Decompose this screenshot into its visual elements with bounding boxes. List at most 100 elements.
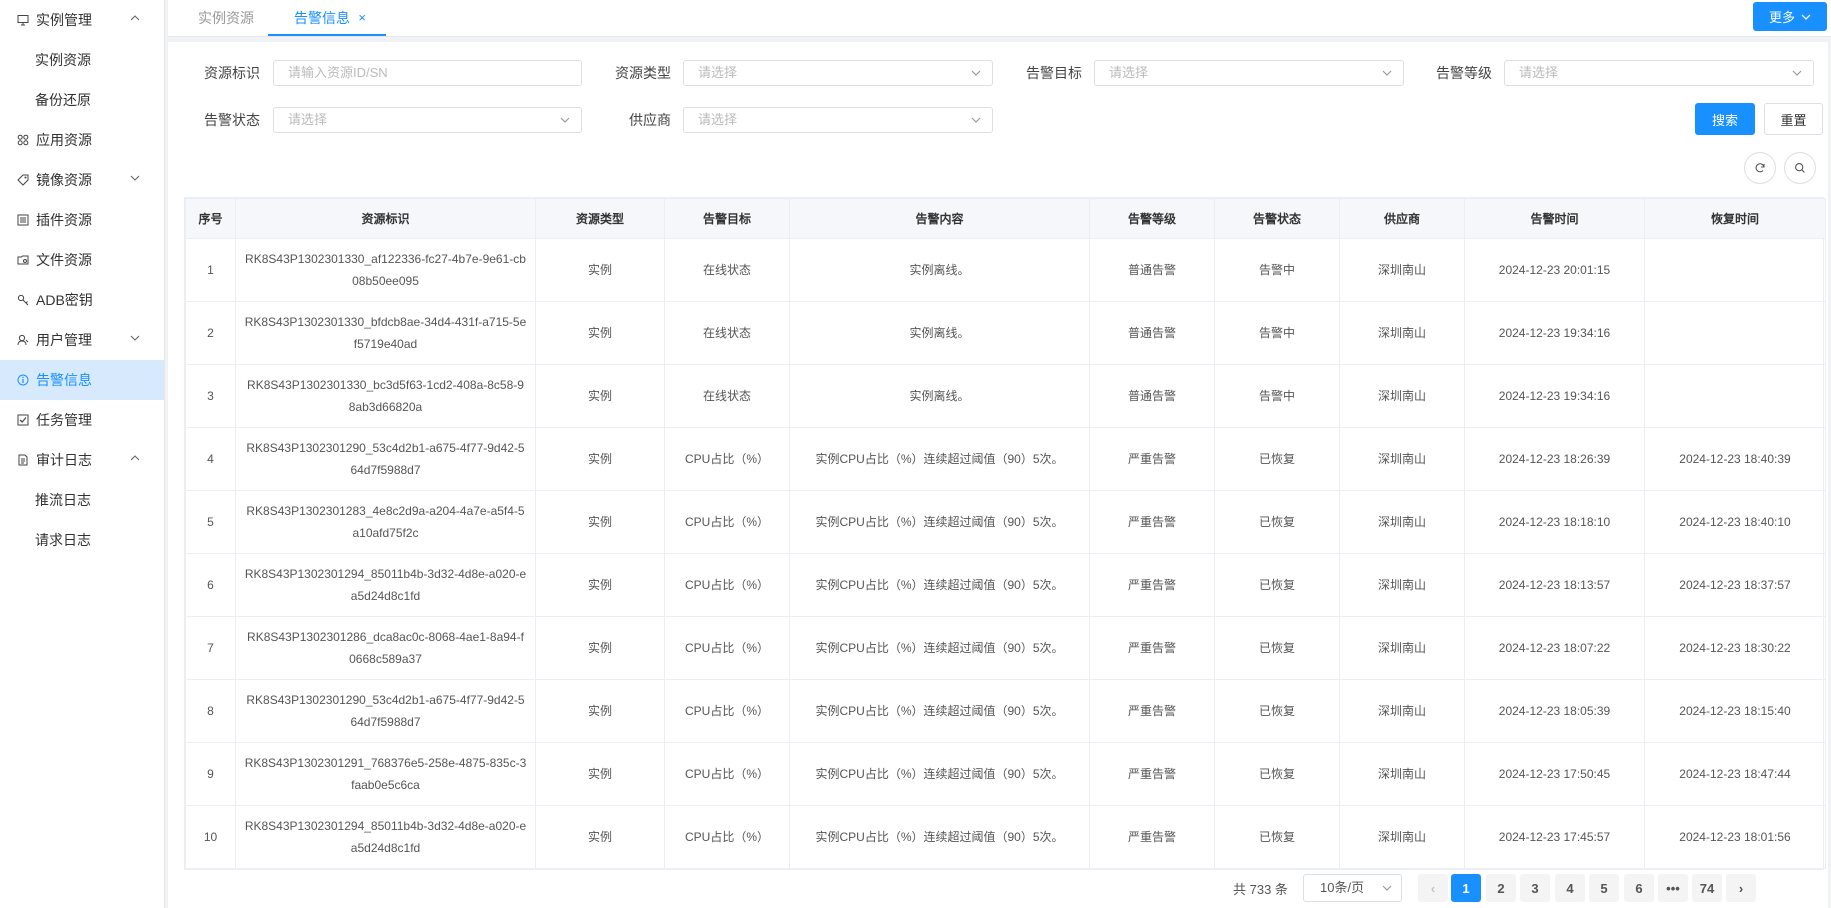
- sidebar-item[interactable]: 推流日志: [0, 480, 164, 520]
- table-body: 1 RK8S43P1302301330_af122336-fc27-4b7e-9e…: [185, 238, 1826, 869]
- table-row[interactable]: 3 RK8S43P1302301330_bc3d5f63-1cd2-408a-8c…: [185, 364, 1826, 428]
- table-cell: RK8S43P1302301286_dca8ac0c-8068-4ae1-8a9…: [235, 616, 536, 680]
- table-cell: 深圳南山: [1339, 238, 1465, 302]
- table-cell: 实例CPU占比（%）连续超过阈值（90）5次。: [789, 553, 1090, 617]
- close-icon[interactable]: ×: [358, 0, 366, 36]
- prev-page-button[interactable]: ‹: [1418, 874, 1448, 902]
- sidebar-item-label: 推流日志: [35, 492, 91, 508]
- table-row[interactable]: 6 RK8S43P1302301294_85011b4b-3d32-4d8e-a0…: [185, 553, 1826, 617]
- sidebar-item[interactable]: 用户管理: [0, 320, 164, 360]
- chevron-up-icon: [130, 13, 140, 23]
- table-cell: 告警中: [1214, 238, 1340, 302]
- sidebar-item[interactable]: 备份还原: [0, 80, 164, 120]
- table-cell: 2024-12-23 20:01:15: [1464, 238, 1645, 302]
- document-icon: [16, 453, 30, 467]
- resource-type-label: 资源类型: [615, 65, 671, 81]
- table-cell: 2024-12-23 18:07:22: [1464, 616, 1645, 680]
- sidebar-item[interactable]: 请求日志: [0, 520, 164, 560]
- sidebar: 实例管理 实例资源 备份还原应用资源镜像资源插件资源 文件资源 ADB密钥用户管理告警信…: [0, 0, 165, 908]
- table-row[interactable]: 9 RK8S43P1302301291_768376e5-258e-4875-83…: [185, 742, 1826, 806]
- table-cell: 2024-12-23 18:40:39: [1644, 427, 1826, 491]
- page-button[interactable]: 5: [1589, 874, 1619, 902]
- table-cell: 已恢复: [1214, 490, 1340, 554]
- table-cell: 深圳南山: [1339, 616, 1465, 680]
- alarm-target-select[interactable]: 请选择: [1094, 60, 1404, 86]
- table-row[interactable]: 8 RK8S43P1302301290_53c4d2b1-a675-4f77-9d…: [185, 679, 1826, 743]
- sidebar-item-label: 应用资源: [36, 132, 92, 148]
- page-button[interactable]: 1: [1451, 874, 1481, 902]
- next-page-button[interactable]: ›: [1726, 874, 1756, 902]
- sidebar-item[interactable]: 实例资源: [0, 40, 164, 80]
- page-size-select[interactable]: 10条/页: [1303, 874, 1402, 902]
- resource-type-select[interactable]: 请选择: [683, 60, 993, 86]
- refresh-button[interactable]: [1744, 152, 1776, 184]
- more-button[interactable]: 更多: [1753, 2, 1827, 31]
- table-cell: 已恢复: [1214, 616, 1340, 680]
- table-cell: [1644, 301, 1826, 365]
- sidebar-item-label: 任务管理: [36, 412, 92, 428]
- sidebar-item[interactable]: 镜像资源: [0, 160, 164, 200]
- table-row[interactable]: 4 RK8S43P1302301290_53c4d2b1-a675-4f77-9d…: [185, 427, 1826, 491]
- page-button[interactable]: 6: [1624, 874, 1654, 902]
- table-cell: 严重告警: [1089, 679, 1215, 743]
- sidebar-item[interactable]: 审计日志: [0, 440, 164, 480]
- page-button[interactable]: 3: [1520, 874, 1550, 902]
- sidebar-item[interactable]: 实例管理: [0, 0, 164, 40]
- alarm-level-select[interactable]: 请选择: [1504, 60, 1814, 86]
- app-root: 实例管理 实例资源 备份还原 应用资源 镜像资源 插件资源 文件资源 ADB密钥 用户管理 告警信…: [0, 0, 1831, 908]
- chevron-up-icon: [130, 453, 140, 463]
- search-toggle-button[interactable]: [1784, 152, 1816, 184]
- table-cell: 2: [185, 301, 236, 365]
- table-row[interactable]: 1 RK8S43P1302301330_af122336-fc27-4b7e-9e…: [185, 238, 1826, 302]
- sidebar-item-label: 镜像资源: [36, 172, 92, 188]
- table-cell: CPU占比（%）: [664, 553, 790, 617]
- page-button[interactable]: 74: [1692, 874, 1722, 902]
- tab-alarm-info[interactable]: 告警信息 ×: [268, 0, 386, 36]
- info-icon: [16, 373, 30, 387]
- pagination: 共 733 条 10条/页 ‹ 1 2 3 4 5 6 ••• 74 ›: [168, 874, 1828, 902]
- page-button[interactable]: 4: [1555, 874, 1585, 902]
- chevron-down-icon: [130, 173, 140, 183]
- tab-instance-resources[interactable]: 实例资源: [198, 0, 254, 36]
- reset-button[interactable]: 重置: [1764, 103, 1823, 135]
- table-row[interactable]: 10 RK8S43P1302301294_85011b4b-3d32-4d8e-a…: [185, 805, 1826, 869]
- table-cell: RK8S43P1302301294_85011b4b-3d32-4d8e-a02…: [235, 553, 536, 617]
- more-pages-button[interactable]: •••: [1658, 874, 1688, 902]
- sidebar-item[interactable]: 文件资源: [0, 240, 164, 280]
- table-cell: 7: [185, 616, 236, 680]
- table-row[interactable]: 2 RK8S43P1302301330_bfdcb8ae-34d4-431f-a7…: [185, 301, 1826, 365]
- sidebar-item[interactable]: 任务管理: [0, 400, 164, 440]
- reset-button-label: 重置: [1780, 112, 1807, 128]
- table-cell: 深圳南山: [1339, 553, 1465, 617]
- table-cell: RK8S43P1302301330_af122336-fc27-4b7e-9e6…: [235, 238, 536, 302]
- table-cell: 严重告警: [1089, 427, 1215, 491]
- table-cell: CPU占比（%）: [664, 427, 790, 491]
- resource-id-input[interactable]: 请输入资源ID/SN: [273, 60, 582, 86]
- table-cell: 实例离线。: [789, 301, 1090, 365]
- table-cell: 实例CPU占比（%）连续超过阈值（90）5次。: [789, 616, 1090, 680]
- alarm-target-placeholder: 请选择: [1109, 65, 1149, 80]
- chevron-down-icon: [1801, 14, 1811, 20]
- table-row[interactable]: 5 RK8S43P1302301283_4e8c2d9a-a204-4a7e-a5…: [185, 490, 1826, 554]
- table-row[interactable]: 7 RK8S43P1302301286_dca8ac0c-8068-4ae1-8a…: [185, 616, 1826, 680]
- sidebar-item[interactable]: ADB密钥: [0, 280, 164, 320]
- alarm-status-select[interactable]: 请选择: [273, 107, 582, 133]
- refresh-icon: [1755, 163, 1765, 173]
- tab-label: 告警信息: [294, 10, 350, 26]
- search-button[interactable]: 搜索: [1695, 103, 1755, 135]
- table-header-cell: 告警内容: [789, 198, 1090, 239]
- table-cell: RK8S43P1302301290_53c4d2b1-a675-4f77-9d4…: [235, 679, 536, 743]
- chevron-down-icon: [560, 117, 570, 123]
- vendor-select[interactable]: 请选择: [683, 107, 993, 133]
- table-cell: 实例: [535, 805, 665, 869]
- table-cell: 2024-12-23 18:01:56: [1644, 805, 1826, 869]
- sidebar-item-label: 用户管理: [36, 332, 92, 348]
- checkbox-icon: [16, 413, 30, 427]
- sidebar-item[interactable]: 告警信息: [0, 360, 164, 400]
- table-cell: 2024-12-23 18:26:39: [1464, 427, 1645, 491]
- sidebar-item[interactable]: 插件资源: [0, 200, 164, 240]
- page-button[interactable]: 2: [1486, 874, 1516, 902]
- table-cell: 深圳南山: [1339, 805, 1465, 869]
- sidebar-item[interactable]: 应用资源: [0, 120, 164, 160]
- table-cell: CPU占比（%）: [664, 616, 790, 680]
